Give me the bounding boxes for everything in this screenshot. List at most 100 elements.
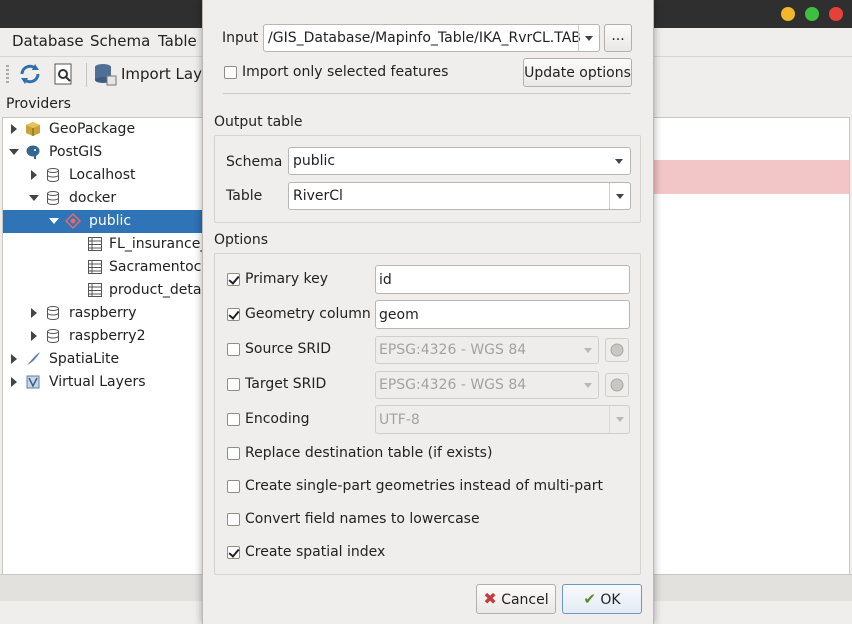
primary-key-checkbox[interactable] (227, 273, 240, 286)
import-layer-icon[interactable] (93, 62, 117, 86)
cancel-button[interactable]: ✖ Cancel (476, 584, 556, 614)
target-crs-picker-button[interactable] (605, 373, 629, 397)
tree-item-public[interactable]: public (3, 210, 203, 233)
encoding-checkbox[interactable] (227, 413, 240, 426)
table-icon (88, 283, 102, 297)
toolbar-grip (6, 65, 9, 85)
postgis-elephant-icon (26, 145, 40, 159)
lowercase-checkbox[interactable] (227, 513, 240, 526)
tree-item-raspberry2[interactable]: raspberry2 (3, 325, 203, 348)
table-dropdown[interactable] (609, 183, 630, 209)
tree-item-label: docker (69, 190, 117, 206)
tree-item-spatialite[interactable]: SpatiaLite (3, 348, 203, 371)
lowercase-label: Convert field names to lowercase (245, 511, 480, 527)
import-selected-checkbox[interactable] (224, 66, 237, 79)
tree-item-raspberry[interactable]: raspberry (3, 302, 203, 325)
import-selected-label: Import only selected features (242, 64, 449, 80)
target-srid-value: EPSG:4326 - WGS 84 (379, 377, 527, 393)
database-icon (47, 306, 59, 321)
browse-button[interactable]: ... (604, 24, 632, 52)
collapse-arrow-icon[interactable] (49, 218, 59, 224)
spatial-index-checkbox[interactable] (227, 546, 240, 559)
cancel-button-label: Cancel (501, 592, 549, 608)
source-srid-checkbox[interactable] (227, 343, 240, 356)
source-srid-label: Source SRID (245, 341, 332, 357)
update-options-button[interactable]: Update options (523, 58, 632, 87)
target-srid-label: Target SRID (245, 376, 327, 392)
encoding-label: Encoding (245, 411, 310, 427)
divider (223, 93, 631, 94)
target-srid-checkbox[interactable] (227, 378, 240, 391)
tree-item-table[interactable]: FL_insurance_ (3, 233, 207, 256)
single-part-checkbox[interactable] (227, 480, 240, 493)
menu-schema[interactable]: Schema (90, 32, 150, 50)
warning-strip (653, 160, 849, 194)
tree-item-label: product_detail (109, 282, 210, 298)
table-label: Table (226, 188, 263, 204)
sql-window-icon[interactable] (52, 62, 76, 86)
cancel-x-icon: ✖ (483, 589, 497, 608)
table-icon (88, 260, 102, 274)
close-button[interactable] (829, 7, 843, 21)
geometry-column-input[interactable]: geom (375, 300, 630, 329)
collapse-arrow-icon[interactable] (29, 195, 39, 201)
output-table-title: Output table (214, 114, 303, 130)
ok-button-label: OK (600, 592, 621, 608)
chevron-down-icon (585, 36, 593, 41)
providers-tree: GeoPackage PostGIS Localhost docker publ… (2, 117, 209, 599)
crs-globe-icon (610, 378, 624, 392)
expand-arrow-icon[interactable] (31, 308, 37, 318)
tree-item-postgis[interactable]: PostGIS (3, 141, 203, 164)
schema-value: public (293, 153, 336, 169)
input-combo[interactable]: /GIS_Database/Mapinfo_Table/IKA_RvrCL.TA… (263, 24, 600, 52)
tree-item-label: GeoPackage (49, 121, 136, 137)
tree-item-label: SpatiaLite (49, 351, 120, 367)
tree-item-docker[interactable]: docker (3, 187, 203, 210)
virtual-layers-icon (26, 375, 40, 389)
tree-item-label: Localhost (69, 167, 136, 183)
target-srid-select[interactable]: EPSG:4326 - WGS 84 (375, 371, 599, 399)
database-icon (47, 191, 59, 206)
output-table-group: Schema public Table RiverCl (214, 135, 641, 223)
expand-arrow-icon[interactable] (31, 331, 37, 341)
schema-select[interactable]: public (288, 147, 631, 175)
geometry-column-checkbox[interactable] (227, 308, 240, 321)
geometry-column-label: Geometry column (245, 306, 371, 322)
menu-table[interactable]: Table (158, 32, 197, 50)
table-combo[interactable]: RiverCl (288, 182, 631, 210)
primary-key-input[interactable]: id (375, 265, 630, 294)
encoding-value: UTF-8 (379, 412, 420, 428)
tree-item-localhost[interactable]: Localhost (3, 164, 203, 187)
tree-item-label: PostGIS (49, 144, 103, 160)
expand-arrow-icon[interactable] (11, 124, 17, 134)
table-value: RiverCl (293, 188, 343, 204)
encoding-select[interactable]: UTF-8 (375, 405, 630, 434)
source-srid-select[interactable]: EPSG:4326 - WGS 84 (375, 336, 599, 364)
source-srid-value: EPSG:4326 - WGS 84 (379, 342, 527, 358)
minimize-button[interactable] (781, 7, 795, 21)
spatial-index-label: Create spatial index (245, 544, 386, 560)
table-icon (88, 237, 102, 251)
tree-item-table[interactable]: product_detail (3, 279, 209, 302)
tree-item-virtual-layers[interactable]: Virtual Layers (3, 371, 203, 394)
toolbar-separator (86, 63, 87, 87)
menu-database[interactable]: Database (12, 32, 84, 50)
replace-table-checkbox[interactable] (227, 447, 240, 460)
refresh-icon[interactable] (18, 62, 42, 86)
expand-arrow-icon[interactable] (31, 170, 37, 180)
replace-table-label: Replace destination table (if exists) (245, 445, 493, 461)
geometry-column-value: geom (379, 307, 419, 323)
tree-item-geopackage[interactable]: GeoPackage (3, 118, 203, 141)
maximize-button[interactable] (805, 7, 819, 21)
source-crs-picker-button[interactable] (605, 338, 629, 362)
input-label: Input (222, 30, 259, 46)
ok-button[interactable]: ✔ OK (562, 584, 642, 614)
collapse-arrow-icon[interactable] (9, 149, 19, 155)
expand-arrow-icon[interactable] (11, 354, 17, 364)
encoding-dropdown[interactable] (609, 406, 629, 433)
tree-item-table[interactable]: Sacramentocr (3, 256, 207, 279)
schema-label: Schema (226, 154, 283, 170)
tree-item-label: Virtual Layers (49, 374, 146, 390)
expand-arrow-icon[interactable] (11, 377, 17, 387)
input-dropdown[interactable] (578, 25, 599, 51)
